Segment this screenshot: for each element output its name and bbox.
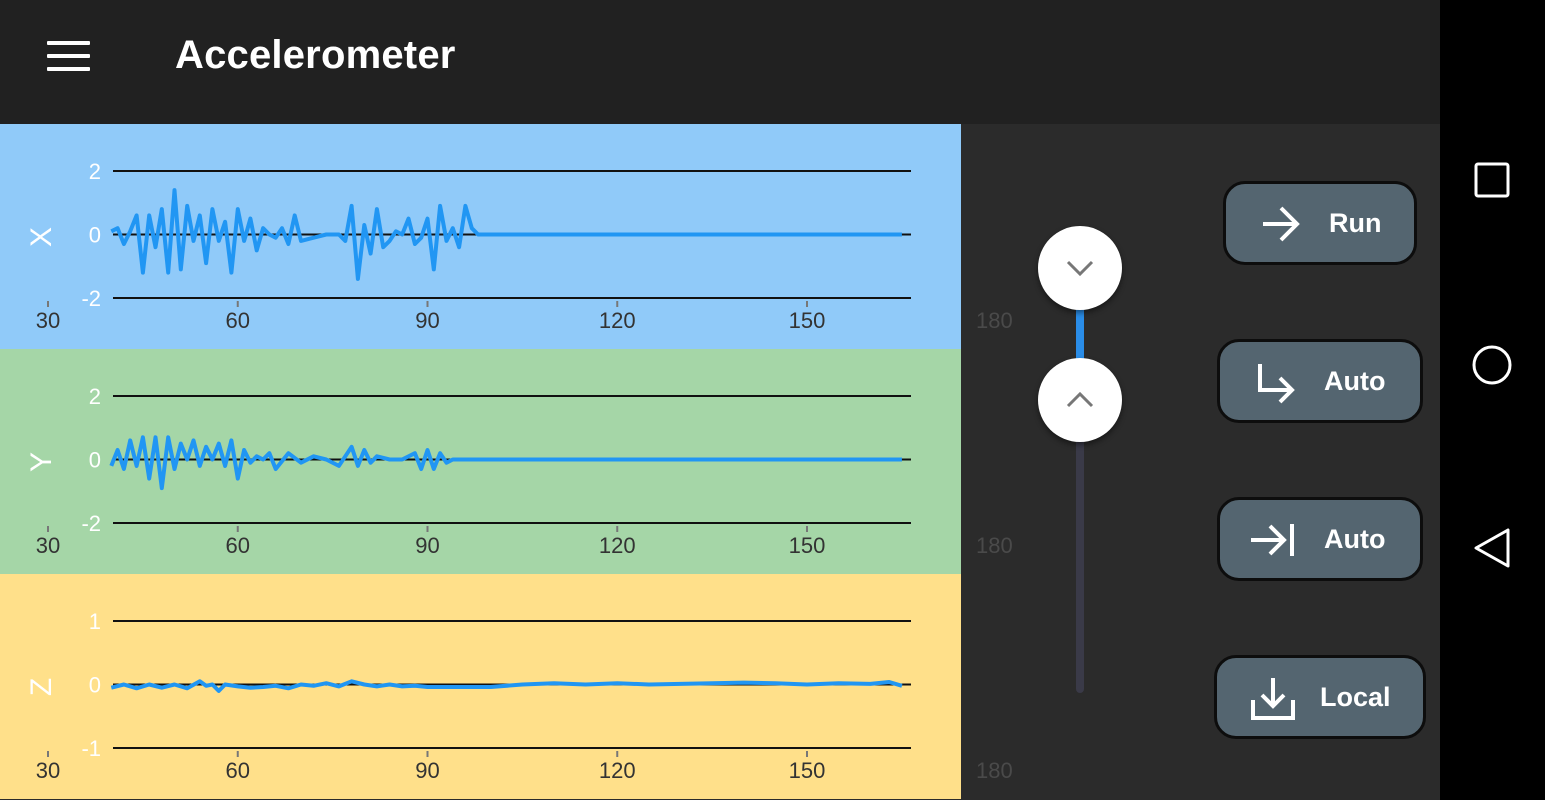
- x-axis-chart: 2 0 -2 30 60 90 120 150: [36, 159, 911, 333]
- x-tick-label: 90: [415, 308, 439, 333]
- x-tick-label: 150: [789, 533, 826, 558]
- y-tick-label: 0: [89, 673, 101, 698]
- x-tick-label: 90: [415, 758, 439, 783]
- x-tick-label: 30: [36, 308, 60, 333]
- x-axis-chart-panel: 2 0 -2 30 60 90 120 150 X: [0, 124, 961, 349]
- auto-stop-button[interactable]: Auto: [1217, 497, 1423, 581]
- charts-area: 2 0 -2 30 60 90 120 150 X 2 0 -2 30 60 90 120 150 Y 1 0…: [0, 124, 961, 800]
- x-tick-label: 150: [789, 758, 826, 783]
- ghost-tick-y: 180: [976, 533, 1013, 558]
- x-tick-label: 60: [226, 758, 250, 783]
- x-tick-label: 60: [226, 308, 250, 333]
- y-tick-label: -1: [81, 736, 101, 761]
- y-tick-label: 0: [89, 223, 101, 248]
- range-slider-upper-handle[interactable]: [1038, 226, 1122, 310]
- auto-stop-button-label: Auto: [1324, 524, 1386, 554]
- y-tick-label: 2: [89, 384, 101, 409]
- x-tick-label: 30: [36, 533, 60, 558]
- run-button-label: Run: [1329, 208, 1382, 238]
- local-save-button[interactable]: Local: [1214, 655, 1426, 739]
- y-tick-label: 2: [89, 159, 101, 184]
- x-tick-label: 120: [599, 758, 636, 783]
- ghost-tick-z: 180: [976, 758, 1013, 783]
- axis-letter-z: Z: [25, 677, 58, 697]
- ghost-tick-x: 180: [976, 308, 1013, 333]
- z-axis-chart: 1 0 -1 30 60 90 120 150: [36, 609, 911, 783]
- page-title: Accelerometer: [175, 33, 456, 77]
- system-navigation-bar: [1440, 0, 1545, 800]
- run-button[interactable]: Run: [1223, 181, 1417, 265]
- y-tick-label: -2: [81, 286, 101, 311]
- download-icon: [1251, 678, 1295, 720]
- axis-letter-x: X: [25, 227, 58, 248]
- accelerometer-series-line: [110, 679, 903, 693]
- chevron-up-icon: [1066, 391, 1094, 408]
- z-axis-chart-panel: 1 0 -1 30 60 90 120 150 Z: [0, 574, 961, 799]
- square-recents-icon[interactable]: [1462, 150, 1522, 210]
- triangle-back-icon[interactable]: [1462, 518, 1522, 578]
- arrow-right-icon: [1263, 206, 1300, 242]
- y-tick-label: 1: [89, 609, 101, 634]
- arrow-to-end-icon: [1251, 524, 1294, 556]
- y-tick-label: -2: [81, 511, 101, 536]
- x-tick-label: 60: [226, 533, 250, 558]
- circle-home-icon[interactable]: [1462, 335, 1522, 395]
- x-tick-label: 150: [789, 308, 826, 333]
- x-tick-label: 120: [599, 533, 636, 558]
- y-tick-label: 0: [89, 448, 101, 473]
- app-window: Accelerometer 2 0 -2 30 60 90 120 150 X 2 0 -2 30 6…: [0, 0, 1440, 800]
- x-tick-label: 90: [415, 533, 439, 558]
- hamburger-menu-icon[interactable]: [30, 26, 106, 86]
- range-slider-lower-handle[interactable]: [1038, 358, 1122, 442]
- accelerometer-series-line: [109, 435, 902, 491]
- auto-start-button-label: Auto: [1324, 366, 1386, 396]
- local-save-button-label: Local: [1320, 682, 1391, 712]
- y-axis-chart: 2 0 -2 30 60 90 120 150: [36, 384, 911, 558]
- chevron-down-icon: [1066, 260, 1094, 277]
- app-bar: Accelerometer: [0, 0, 1440, 124]
- x-tick-label: 30: [36, 758, 60, 783]
- auto-start-button[interactable]: Auto: [1217, 339, 1423, 423]
- arrow-down-right-icon: [1258, 364, 1295, 404]
- axis-letter-y: Y: [25, 452, 58, 473]
- x-tick-label: 120: [599, 308, 636, 333]
- y-axis-chart-panel: 2 0 -2 30 60 90 120 150 Y: [0, 349, 961, 574]
